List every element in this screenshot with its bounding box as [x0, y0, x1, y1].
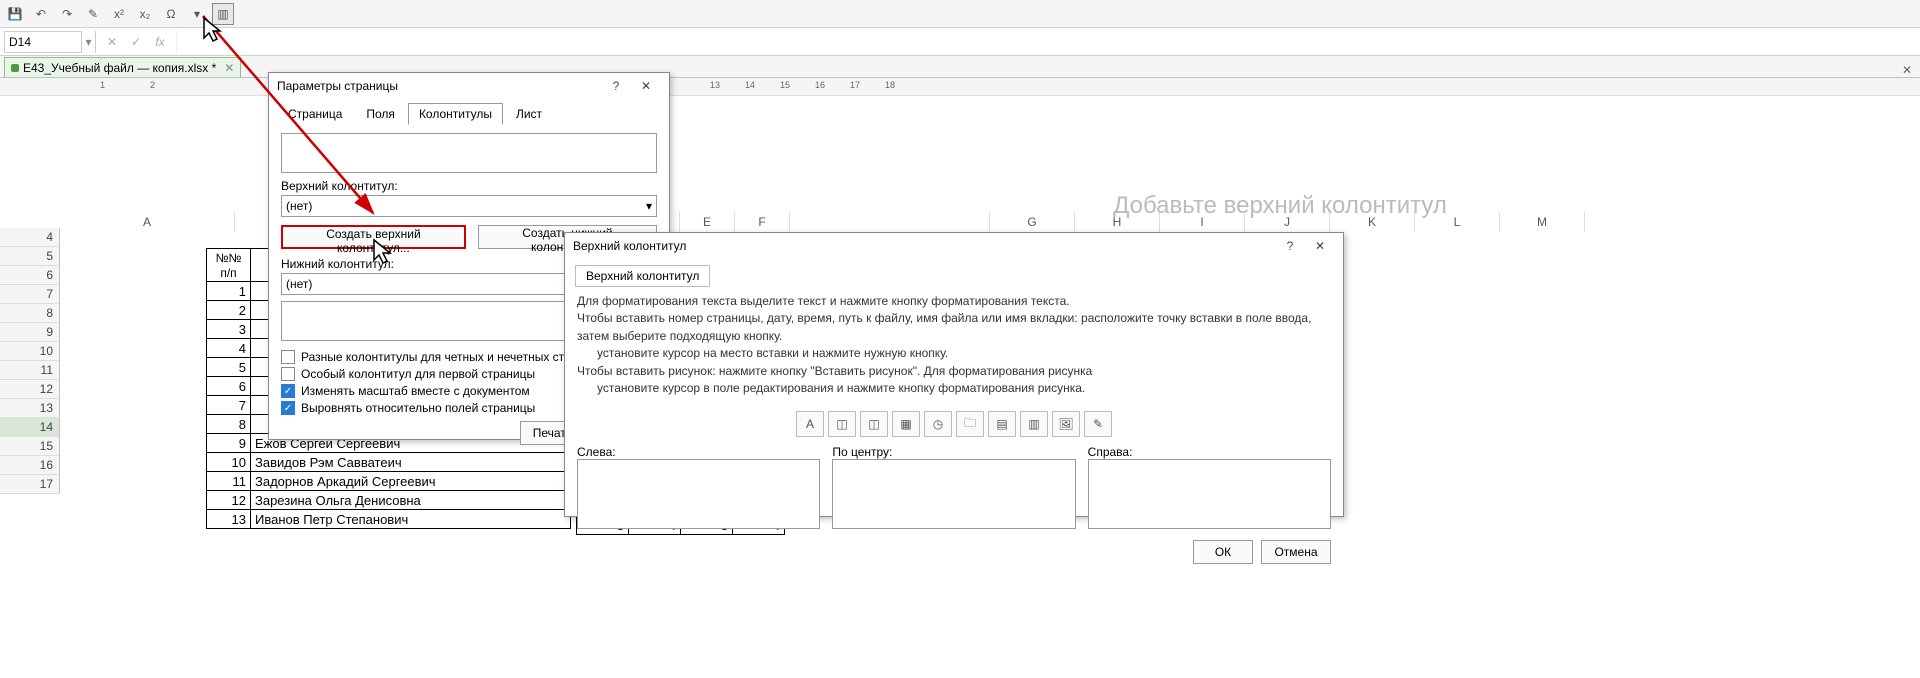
center-section-input[interactable] [832, 459, 1075, 529]
help-icon[interactable]: ? [1275, 239, 1305, 253]
table-header: №№п/п [207, 249, 251, 282]
header-footer-icon[interactable]: ▥ [212, 3, 234, 25]
brush-icon[interactable]: ✎ [82, 3, 104, 25]
dialog-titlebar[interactable]: Верхний колонтитул ? ✕ [565, 233, 1343, 259]
row-header[interactable]: 4 [0, 228, 60, 247]
col-header-a[interactable]: A [60, 212, 235, 232]
help-icon[interactable]: ? [601, 79, 631, 93]
table-row[interactable]: 13Иванов Петр Степанович [207, 510, 571, 529]
cancel-button[interactable]: Отмена [1261, 540, 1331, 564]
row-header[interactable]: 6 [0, 266, 60, 285]
formula-bar: D14 ▾ ✕ ✓ fx [0, 28, 1920, 56]
file-name-icon[interactable]: ▤ [988, 411, 1016, 437]
dialog-titlebar[interactable]: Параметры страницы ? ✕ [269, 73, 669, 99]
quick-access-toolbar: 💾 ↶ ↷ ✎ x² x₂ Ω ▾ ▥ [0, 0, 1920, 28]
subscript-icon[interactable]: x₂ [134, 3, 156, 25]
workbook-tab-label: E43_Учебный файл — копия.xlsx * [23, 61, 216, 75]
row-headers: 4 5 6 7 8 9 10 11 12 13 14 15 16 17 [0, 228, 60, 494]
close-icon[interactable]: ✕ [631, 79, 661, 93]
fx-icon[interactable]: fx [152, 35, 168, 49]
time-icon[interactable]: ◷ [924, 411, 952, 437]
tab-sheet[interactable]: Лист [505, 103, 553, 125]
row-header[interactable]: 9 [0, 323, 60, 342]
left-section-input[interactable] [577, 459, 820, 529]
tab-headers[interactable]: Колонтитулы [408, 103, 503, 125]
table-row[interactable]: 12Зарезина Ольга Денисовна [207, 491, 571, 510]
dialog-title: Параметры страницы [277, 79, 398, 93]
ok-button[interactable]: ОК [1193, 540, 1253, 564]
row-header[interactable]: 5 [0, 247, 60, 266]
chevron-down-icon: ▾ [646, 199, 652, 213]
superscript-icon[interactable]: x² [108, 3, 130, 25]
left-section-label: Слева: [577, 445, 616, 459]
dropdown-icon[interactable]: ▾ [186, 3, 208, 25]
header-dialog: Верхний колонтитул ? ✕ Верхний колонтиту… [564, 232, 1344, 517]
header-inner-tab[interactable]: Верхний колонтитул [575, 265, 710, 287]
close-tab-icon[interactable]: ✕ [224, 61, 234, 75]
tab-page[interactable]: Страница [277, 103, 353, 125]
instructions: Для форматирования текста выделите текст… [565, 287, 1343, 403]
row-header[interactable]: 14 [0, 418, 60, 437]
formula-input[interactable] [176, 31, 1912, 53]
save-icon[interactable]: 💾 [4, 3, 26, 25]
cancel-formula-icon[interactable]: ✕ [104, 35, 120, 49]
dialog-title: Верхний колонтитул [573, 239, 686, 253]
close-icon[interactable]: ✕ [1305, 239, 1335, 253]
row-header[interactable]: 17 [0, 475, 60, 494]
table-row[interactable]: 10Завидов Рэм Савватеич [207, 453, 571, 472]
page-number-icon[interactable]: ◫ [828, 411, 856, 437]
upper-header-label: Верхний колонтитул: [281, 179, 657, 193]
undo-icon[interactable]: ↶ [30, 3, 52, 25]
row-header[interactable]: 8 [0, 304, 60, 323]
sheet-name-icon[interactable]: ▥ [1020, 411, 1048, 437]
right-section-label: Справа: [1088, 445, 1133, 459]
table-row[interactable]: 11Задорнов Аркадий Сергеевич [207, 472, 571, 491]
row-header[interactable]: 16 [0, 456, 60, 475]
redo-icon[interactable]: ↷ [56, 3, 78, 25]
omega-icon[interactable]: Ω [160, 3, 182, 25]
page-count-icon[interactable]: ◫ [860, 411, 888, 437]
header-preview [281, 133, 657, 173]
insert-picture-icon[interactable]: 🖼 [1052, 411, 1080, 437]
file-path-icon[interactable]: 🗀 [956, 411, 984, 437]
workbook-tab[interactable]: E43_Учебный файл — копия.xlsx * ✕ [4, 57, 241, 77]
header-toolbar: A ◫ ◫ ▦ ◷ 🗀 ▤ ▥ 🖼 ✎ [565, 411, 1343, 437]
format-picture-icon[interactable]: ✎ [1084, 411, 1112, 437]
name-box-dropdown-icon[interactable]: ▾ [82, 31, 96, 53]
dialog-tabs: Страница Поля Колонтитулы Лист [269, 99, 669, 125]
upper-header-combo[interactable]: (нет)▾ [281, 195, 657, 217]
date-icon[interactable]: ▦ [892, 411, 920, 437]
tab-margins[interactable]: Поля [355, 103, 406, 125]
close-all-icon[interactable]: ✕ [1894, 63, 1920, 77]
row-header[interactable]: 10 [0, 342, 60, 361]
file-icon [11, 64, 19, 72]
right-section-input[interactable] [1088, 459, 1331, 529]
col-header[interactable]: E [680, 212, 735, 232]
row-header[interactable]: 12 [0, 380, 60, 399]
accept-formula-icon[interactable]: ✓ [128, 35, 144, 49]
center-section-label: По центру: [832, 445, 892, 459]
row-header[interactable]: 7 [0, 285, 60, 304]
row-header[interactable]: 11 [0, 361, 60, 380]
create-upper-header-button[interactable]: Создать верхний колонтитул... [281, 225, 466, 249]
row-header[interactable]: 15 [0, 437, 60, 456]
name-box[interactable]: D14 [4, 31, 82, 53]
format-text-icon[interactable]: A [796, 411, 824, 437]
col-header[interactable]: F [735, 212, 790, 232]
row-header[interactable]: 13 [0, 399, 60, 418]
